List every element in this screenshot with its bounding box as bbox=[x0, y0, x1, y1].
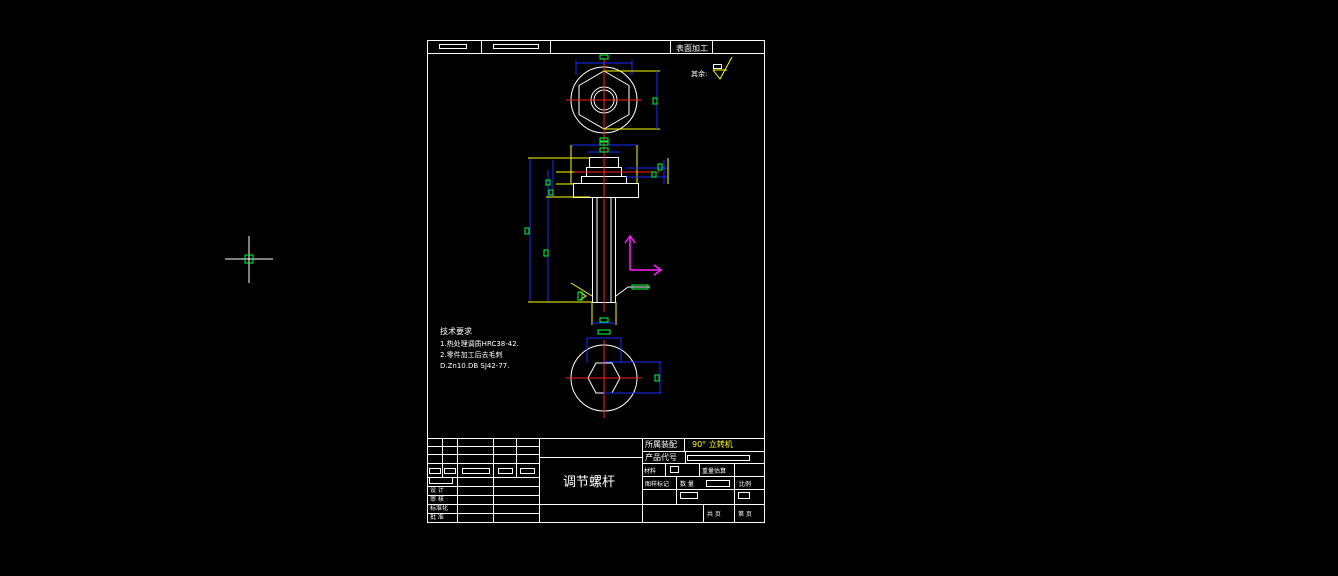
tech-requirement-item: 1.热处理调质HRC38-42. bbox=[440, 339, 519, 348]
count-label: 数 量 bbox=[680, 480, 694, 488]
assembly-label: 所属装配 bbox=[645, 439, 677, 449]
tech-requirements-title: 技术要求 bbox=[440, 326, 472, 336]
material-label: 材料 bbox=[644, 467, 656, 475]
surface-treatment-label: 表面加工 bbox=[676, 43, 708, 53]
role-standardize: 标准化 bbox=[430, 504, 448, 512]
bottom-view-circle bbox=[566, 329, 662, 418]
tech-requirements: 技术要求 1.热处理调质HRC38-42. 2.零件加工后去毛刺 D.Zn10.… bbox=[440, 326, 519, 370]
role-review: 审 核 bbox=[430, 495, 444, 503]
surface-roughness-icon bbox=[712, 56, 733, 80]
ucs-axis-icon bbox=[624, 234, 663, 276]
scale-label: 比例 bbox=[739, 480, 751, 488]
weight-label: 重量估算 bbox=[702, 467, 726, 475]
sheet-number: 第 页 bbox=[738, 510, 752, 518]
sheet-frame bbox=[427, 40, 765, 523]
tech-requirement-item: D.Zn10.DB SJ42-77. bbox=[440, 362, 509, 370]
front-view-adjusting-screw bbox=[524, 140, 669, 325]
mark-label: 图样标记 bbox=[645, 480, 669, 488]
top-view-hex-nut bbox=[566, 54, 660, 143]
role-approve: 批 准 bbox=[430, 513, 444, 521]
product-code-label: 产品代号 bbox=[645, 452, 677, 462]
rest-note: 其余: bbox=[691, 69, 707, 78]
role-design: 设 计 bbox=[430, 486, 444, 494]
cad-drawing-canvas[interactable]: 表面加工 其余: 技术要求 1.热处理调质HRC38-42. 2.零件加工后去毛… bbox=[0, 0, 1338, 576]
sheet-total: 共 页 bbox=[707, 510, 721, 518]
assembly-value: 90° 立转机 bbox=[692, 439, 733, 449]
crosshair-icon bbox=[225, 236, 273, 283]
part-name: 调节螺杆 bbox=[563, 475, 615, 490]
tech-requirement-item: 2.零件加工后去毛刺 bbox=[440, 350, 503, 359]
